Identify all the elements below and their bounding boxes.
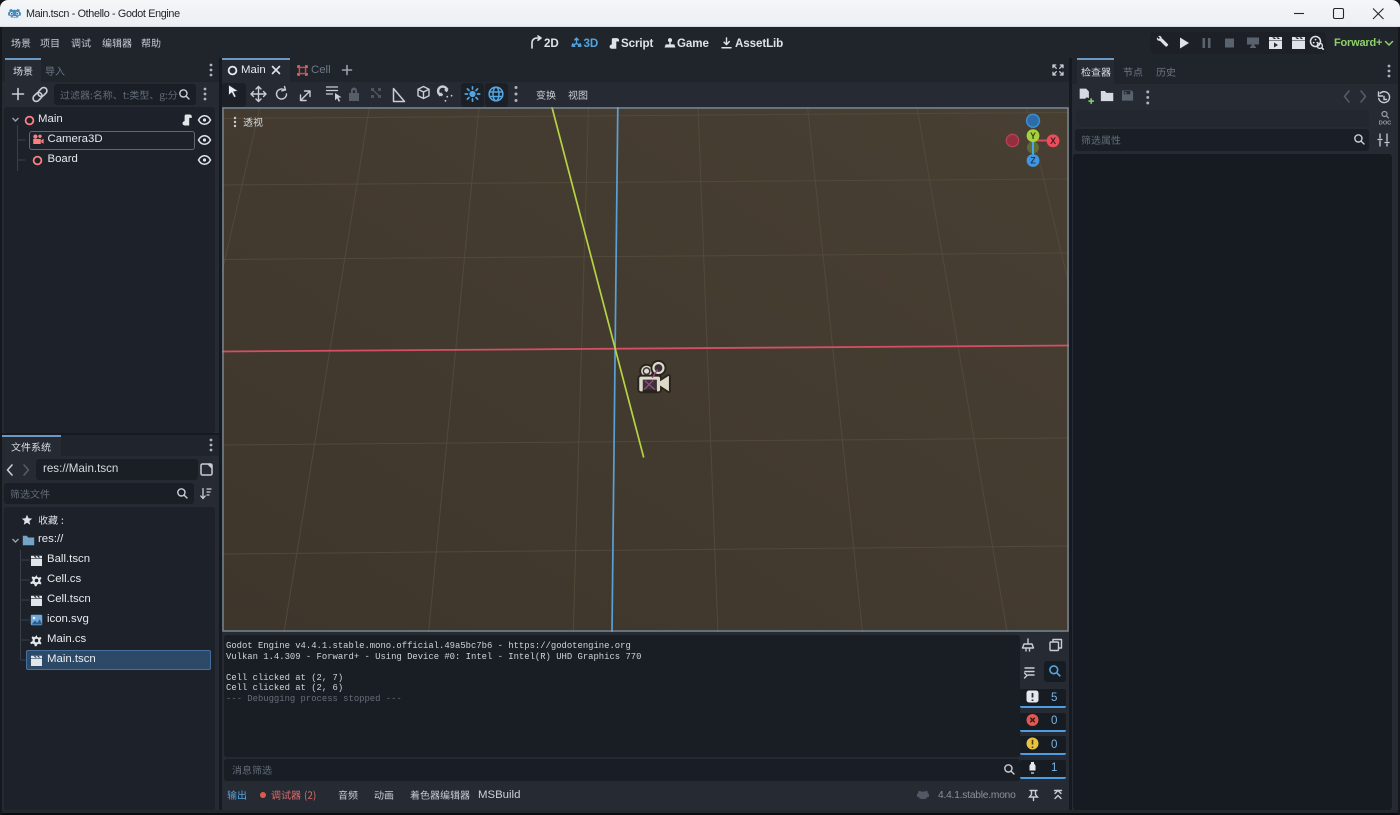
svg-text:Y: Y	[1030, 131, 1036, 141]
svg-text:DOC: DOC	[1379, 121, 1391, 127]
svg-text:Z: Z	[1030, 156, 1036, 166]
svg-text:X: X	[1050, 136, 1056, 146]
